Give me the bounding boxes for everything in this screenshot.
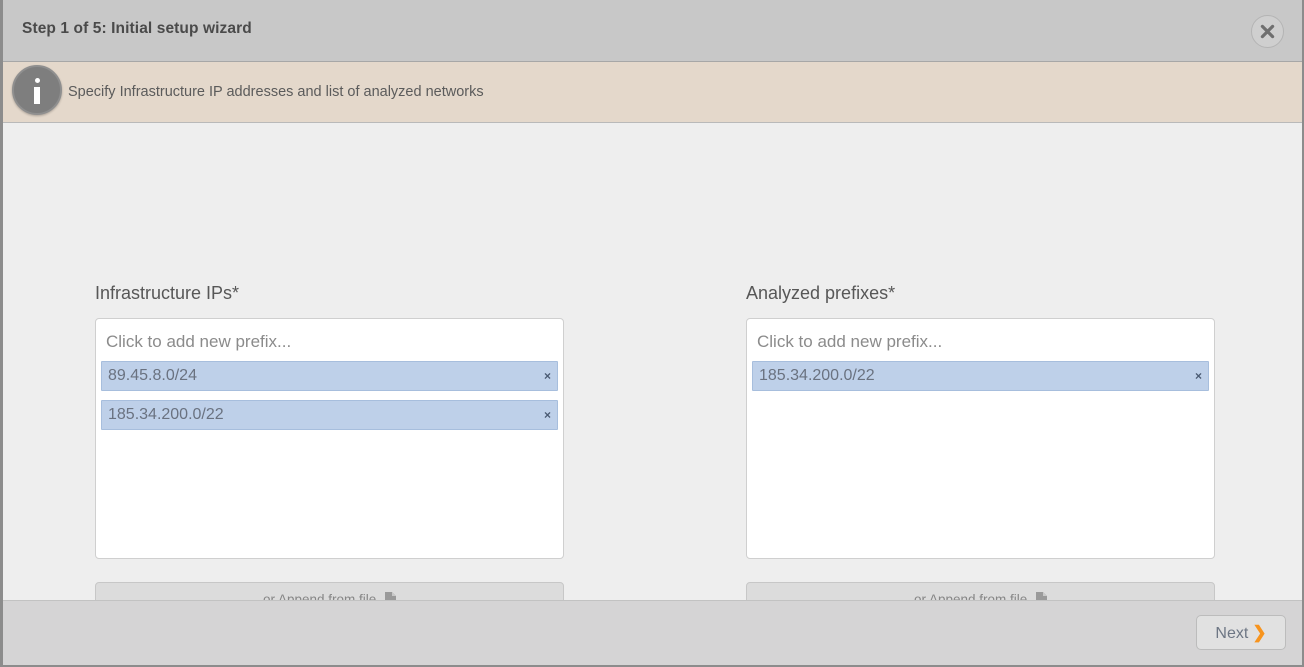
- prefix-chip-value: 185.34.200.0/22: [759, 367, 875, 384]
- remove-prefix-icon[interactable]: ×: [544, 362, 551, 390]
- infrastructure-ips-listbox[interactable]: Click to add new prefix... 89.45.8.0/24 …: [95, 318, 564, 559]
- dialog-footer: Next ❯: [3, 600, 1302, 665]
- close-button[interactable]: [1251, 15, 1284, 48]
- close-icon: [1260, 24, 1275, 39]
- infrastructure-ips-label: Infrastructure IPs*: [95, 283, 240, 303]
- dialog-title: Step 1 of 5: Initial setup wizard: [22, 20, 252, 37]
- remove-prefix-icon[interactable]: ×: [1195, 362, 1202, 390]
- info-icon: [12, 65, 62, 115]
- prefix-chip[interactable]: 185.34.200.0/22 ×: [752, 361, 1209, 391]
- info-bar: Specify Infrastructure IP addresses and …: [3, 62, 1302, 123]
- next-button-label: Next: [1215, 625, 1249, 642]
- prefix-chip[interactable]: 185.34.200.0/22 ×: [101, 400, 558, 430]
- prefix-chip-value: 89.45.8.0/24: [108, 367, 197, 384]
- chevron-right-icon: ❯: [1252, 623, 1267, 642]
- analyzed-prefixes-panel: Analyzed prefixes* Click to add new pref…: [746, 283, 1215, 618]
- dialog-body: Infrastructure IPs* Click to add new pre…: [3, 123, 1302, 618]
- info-message: Specify Infrastructure IP addresses and …: [68, 84, 484, 100]
- analyzed-prefixes-input[interactable]: Click to add new prefix...: [752, 324, 1209, 361]
- remove-prefix-icon[interactable]: ×: [544, 401, 551, 429]
- analyzed-prefixes-listbox[interactable]: Click to add new prefix... 185.34.200.0/…: [746, 318, 1215, 559]
- dialog-header: Step 1 of 5: Initial setup wizard: [3, 0, 1302, 62]
- prefix-chip-value: 185.34.200.0/22: [108, 406, 224, 423]
- analyzed-prefixes-label: Analyzed prefixes*: [746, 283, 896, 303]
- prefix-chip[interactable]: 89.45.8.0/24 ×: [101, 361, 558, 391]
- next-button[interactable]: Next ❯: [1196, 615, 1286, 650]
- setup-wizard-dialog: Step 1 of 5: Initial setup wizard Specif…: [0, 0, 1304, 667]
- infrastructure-ips-panel: Infrastructure IPs* Click to add new pre…: [95, 283, 564, 618]
- infrastructure-ips-input[interactable]: Click to add new prefix...: [101, 324, 558, 361]
